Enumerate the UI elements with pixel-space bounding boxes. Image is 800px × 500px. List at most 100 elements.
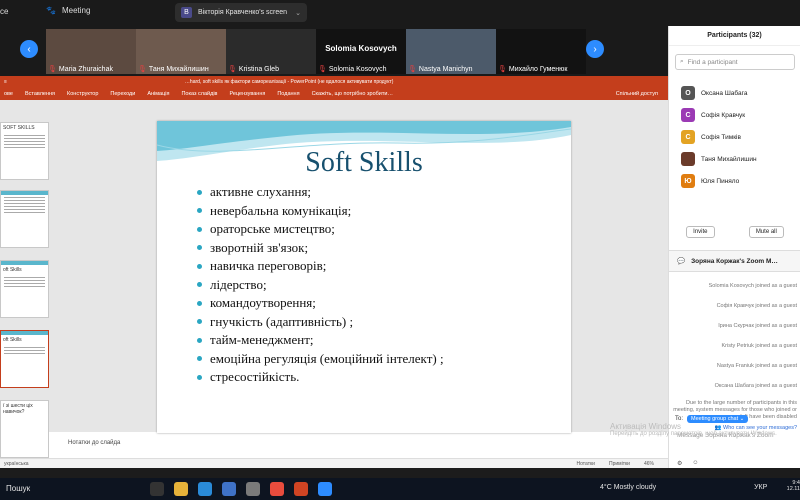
participant-row[interactable]: Ю Юля Пиняло: [669, 170, 800, 192]
participant-row[interactable]: О Оксана Шабага: [669, 82, 800, 104]
slide-thumbnail[interactable]: ї зі шести ціх навичок?: [0, 400, 49, 458]
file-explorer-icon[interactable]: [174, 482, 188, 496]
bullet-list: активне слухання; невербальна комунікаці…: [197, 183, 444, 387]
thumb-lines: [1, 277, 48, 287]
find-placeholder: Find a participant: [687, 58, 738, 66]
muted-mic-icon: 🎙: [48, 66, 57, 73]
ppt-title: …hard, soft skills як фактори самореаліз…: [184, 79, 394, 85]
bullet-item: гнучкість (адаптивність) ;: [197, 313, 444, 332]
video-tile[interactable]: 🎙 Nastya Manichyn: [406, 29, 496, 74]
video-strip: ‹ 🎙 Maria Zhuraichak 🎙 Таня Михайлишин 🎙 Kr…: [0, 26, 668, 76]
participant-avatar: О: [681, 86, 695, 100]
store-icon[interactable]: [246, 482, 260, 496]
settings-icon[interactable]: ⚙: [677, 460, 682, 467]
bullet-item: тайм-менеджмент;: [197, 331, 444, 350]
edge-icon[interactable]: [198, 482, 212, 496]
invite-button[interactable]: Invite: [686, 226, 715, 238]
slide-thumbnail[interactable]: SOFT SKILLS: [0, 122, 49, 180]
search-icon: ⌕: [680, 58, 684, 65]
task-view-icon[interactable]: [150, 482, 164, 496]
dropdown-chevron-icon[interactable]: ⌄: [295, 9, 301, 17]
bullet-text: гнучкість (адаптивність) ;: [210, 313, 354, 329]
chat-messages: Solomia Kosovych joined as a guest Софія…: [669, 276, 800, 431]
tile-name-text: Михайло Гуменюк: [508, 65, 568, 73]
thumb-title: SOFT SKILLS: [3, 125, 35, 131]
clock[interactable]: 9:4 12.11: [784, 480, 800, 492]
taskbar-search[interactable]: Пошук: [6, 484, 30, 493]
participant-row[interactable]: С Софія Кравчук: [669, 104, 800, 126]
ribbon-tab[interactable]: Подання: [277, 91, 299, 97]
prev-page-button[interactable]: ‹: [20, 40, 38, 58]
slide-thumbnail[interactable]: oft Skills: [0, 260, 49, 318]
bullet-dot: [197, 374, 202, 380]
notes-toggle[interactable]: Нотатки: [577, 461, 595, 467]
bullet-dot: [197, 208, 202, 214]
system-tray: 4°C Mostly cloudy УКР: [600, 484, 767, 491]
tile-name-text: Таня Михайлишин: [148, 65, 209, 73]
activation-watermark: Активація Windows Перейдіть до розділу п…: [610, 422, 777, 437]
powerpoint-icon[interactable]: [294, 482, 308, 496]
chat-icon: 💬: [677, 258, 686, 265]
bullet-item: навичка переговорів;: [197, 257, 444, 276]
slide-thumbnails: SOFT SKILLS oft Skills oft Skills ї зі ш…: [0, 100, 60, 458]
bullet-dot: [197, 245, 202, 251]
participant-avatar: Ю: [681, 174, 695, 188]
meeting-menu[interactable]: 🐾 Meeting: [46, 6, 90, 15]
participant-avatar: С: [681, 108, 695, 122]
zoom-top-bar: ce 🐾 Meeting В Вікторія Кравченко's scre…: [0, 0, 800, 26]
tile-name-text: Maria Zhuraichak: [58, 65, 113, 73]
ribbon-tab[interactable]: Переходи: [110, 91, 135, 97]
tell-me-box[interactable]: Скажіть, що потрібно зробити…: [312, 91, 393, 97]
video-tile[interactable]: 🎙 Михайло Гуменюк: [496, 29, 586, 74]
ribbon-tab[interactable]: Конструктор: [67, 91, 98, 97]
comments-toggle[interactable]: Примітки: [609, 461, 630, 467]
tile-name-text: Solomia Kosovych: [328, 65, 387, 73]
zoom-level[interactable]: 46%: [644, 461, 654, 467]
participants-header: Participants (32): [669, 26, 800, 46]
ribbon-tab[interactable]: Показ слайдів: [181, 91, 217, 97]
find-participant-input[interactable]: ⌕ Find a participant: [675, 54, 795, 70]
chrome-icon[interactable]: [270, 482, 284, 496]
video-tile[interactable]: 🎙 Таня Михайлишин: [136, 29, 226, 74]
sharer-avatar: В: [181, 7, 192, 18]
participant-row[interactable]: Таня Михайлишин: [669, 148, 800, 170]
video-tile[interactable]: 🎙 Maria Zhuraichak: [46, 29, 136, 74]
bullet-dot: [197, 263, 202, 269]
share-button[interactable]: Спільний доступ: [616, 91, 658, 97]
ribbon-tab[interactable]: Вставлення: [25, 91, 55, 97]
participants-panel: Participants (32) ⌕ Find a participant О…: [668, 26, 800, 468]
zoom-icon[interactable]: [318, 482, 332, 496]
video-tile[interactable]: Solomia Kosovych 🎙 Solomia Kosovych: [316, 29, 406, 74]
weather-widget[interactable]: 4°C Mostly cloudy: [600, 484, 656, 491]
participant-list: О Оксана Шабага С Софія Кравчук С Софія …: [669, 82, 800, 192]
slide-thumbnail[interactable]: [0, 190, 49, 248]
next-page-button[interactable]: ›: [586, 40, 604, 58]
mail-icon[interactable]: [222, 482, 236, 496]
bullet-item: стресостійкість.: [197, 368, 444, 387]
taskbar-apps: [150, 482, 332, 496]
participant-row[interactable]: С Софія Тимків: [669, 126, 800, 148]
bullet-dot: [197, 319, 202, 325]
tile-name: 🎙 Kristina Gleb: [228, 65, 279, 74]
chat-header: 💬 Зоряна Коржак's Zoom M…: [669, 250, 800, 272]
bullet-dot: [197, 189, 202, 195]
chat-message: Nastya Franiuk joined as a guest: [716, 363, 797, 369]
participant-avatar: С: [681, 130, 695, 144]
thumb-title: ї зі шести ціх навичок?: [3, 403, 33, 415]
activation-subtitle: Перейдіть до розділу параметрів, щоб акт…: [610, 431, 777, 437]
language-indicator[interactable]: УКР: [754, 484, 767, 491]
muted-mic-icon: 🎙: [498, 66, 507, 73]
slide-thumbnail-selected[interactable]: oft Skills: [0, 330, 49, 388]
mute-all-button[interactable]: Mute all: [748, 226, 784, 238]
screen-share-indicator[interactable]: В Вікторія Кравченко's screen ⌄: [175, 3, 307, 22]
emoji-icon[interactable]: ☺: [692, 460, 698, 467]
ppt-menu-icon[interactable]: ≡: [4, 79, 7, 85]
ribbon-tab[interactable]: Рецензування: [229, 91, 265, 97]
ribbon-tab[interactable]: ове: [4, 91, 13, 97]
muted-mic-icon: 🎙: [408, 66, 417, 73]
ribbon-tab[interactable]: Анімація: [147, 91, 169, 97]
bullet-text: командоутворення;: [210, 295, 316, 311]
video-tile[interactable]: 🎙 Kristina Gleb: [226, 29, 316, 74]
notes-pane[interactable]: Нотатки до слайда: [68, 440, 120, 446]
meeting-label: Meeting: [61, 6, 91, 15]
